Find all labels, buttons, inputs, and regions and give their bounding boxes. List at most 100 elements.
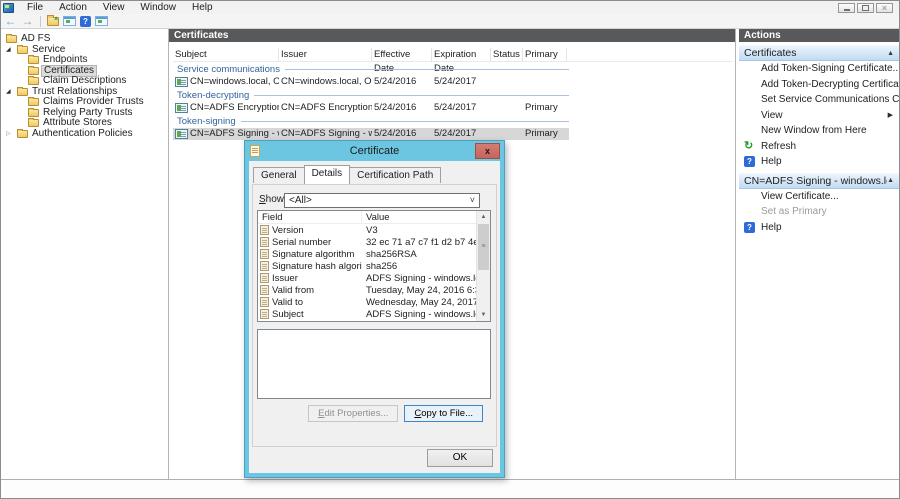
actions-sections: Certificates▲Add Token-Signing Certifica… — [739, 45, 899, 235]
menu-action[interactable]: Action — [51, 1, 95, 14]
column-header-effective-date[interactable]: Effective Date — [372, 48, 432, 62]
scroll-down-icon[interactable]: ▼ — [477, 309, 490, 321]
field-value: ADFS Signing - windows.local — [362, 309, 476, 320]
column-header-subject[interactable]: Subject — [173, 48, 279, 62]
expander-expanded-icon[interactable]: ◢ — [6, 88, 17, 95]
action-label: View Certificate... — [761, 191, 839, 202]
tree-item-label: Claims Provider Trusts — [43, 97, 144, 107]
menu-window[interactable]: Window — [132, 1, 184, 14]
group-header-token-decrypting: Token-decrypting — [173, 89, 569, 102]
certificate-dialog-icon — [250, 145, 260, 157]
list-scrollbar[interactable]: ▲ ≡ ▼ — [476, 211, 490, 321]
action-refresh[interactable]: ↻Refresh — [739, 139, 899, 155]
tree-item-authentication-policies[interactable]: ▷Authentication Policies — [1, 129, 168, 140]
action-label: Help — [761, 156, 782, 167]
scroll-up-icon[interactable]: ▲ — [477, 211, 490, 223]
menu-file[interactable]: File — [19, 1, 51, 14]
action-label: Refresh — [761, 141, 796, 152]
tree-item-label: Endpoints — [43, 55, 87, 65]
action-add-token-decrypting-certificate[interactable]: Add Token-Decrypting Certificate... — [739, 77, 899, 93]
folder-icon — [6, 35, 17, 43]
table-row[interactable]: CN=ADFS Signing - windo...CN=ADFS Signin… — [173, 128, 569, 141]
action-view[interactable]: View▶ — [739, 108, 899, 124]
scroll-thumb[interactable]: ≡ — [478, 224, 489, 270]
field-row-signature-hash-algorithm[interactable]: Signature hash algorithmsha256 — [258, 260, 476, 272]
ok-button[interactable]: OK — [427, 449, 493, 467]
action-help[interactable]: ?Help — [739, 220, 899, 236]
action-set-service-communications-certifi[interactable]: Set Service Communications Certifi... — [739, 92, 899, 108]
table-row[interactable]: CN=ADFS Encryption - win...CN=ADFS Encry… — [173, 102, 569, 115]
field-row-valid-to[interactable]: Valid to Wednesday, May 24, 2017 6:... — [258, 296, 476, 308]
folder-icon — [17, 88, 28, 96]
minimize-button[interactable] — [838, 3, 855, 13]
tab-certification-path[interactable]: Certification Path — [349, 167, 441, 183]
tree-item-attribute-stores[interactable]: Attribute Stores — [1, 118, 168, 129]
folder-icon — [17, 130, 28, 138]
collapse-arrow-icon[interactable]: ▲ — [887, 177, 894, 184]
subject-cell: CN=ADFS Signing - windo... — [173, 128, 279, 139]
tree-item-label: Service — [32, 45, 65, 55]
show-action-pane-icon[interactable] — [95, 16, 108, 26]
field-row-valid-from[interactable]: Valid fromTuesday, May 24, 2016 6:33:... — [258, 284, 476, 296]
tree-item-claim-descriptions[interactable]: Claim Descriptions — [1, 76, 168, 87]
effective-date-cell: 5/24/2016 — [372, 128, 432, 139]
menu-view[interactable]: View — [95, 1, 133, 14]
column-header-status[interactable]: Status — [491, 48, 523, 62]
field-name: Valid to — [272, 297, 303, 308]
action-label: New Window from Here — [761, 125, 867, 136]
field-row-serial-number[interactable]: Serial number32 ec 71 a7 c7 f1 d2 b7 4e … — [258, 236, 476, 248]
field-row-signature-algorithm[interactable]: Signature algorithmsha256RSA — [258, 248, 476, 260]
field-value: ADFS Signing - windows.local — [362, 273, 476, 284]
field-value-list[interactable]: FieldValue VersionV3Serial number32 ec 7… — [257, 210, 491, 322]
copy-to-file-button[interactable]: Copy to File... — [404, 405, 483, 422]
up-one-level-icon[interactable] — [47, 17, 59, 26]
actions-section-header-certificates[interactable]: Certificates▲ — [739, 45, 899, 61]
help-icon[interactable]: ? — [80, 16, 91, 27]
tree-item-claims-provider-trusts[interactable]: Claims Provider Trusts — [1, 97, 168, 108]
expander-expanded-icon[interactable]: ◢ — [6, 46, 17, 53]
field-row-issuer[interactable]: IssuerADFS Signing - windows.local — [258, 272, 476, 284]
column-header-expiration-date[interactable]: Expiration Date — [432, 48, 491, 62]
action-help[interactable]: ?Help — [739, 154, 899, 170]
dialog-titlebar[interactable]: Certificate x — [245, 141, 504, 161]
field-doc-icon — [260, 261, 269, 271]
field-row-version[interactable]: VersionV3 — [258, 224, 476, 236]
dialog-title: Certificate — [350, 145, 400, 157]
tab-details[interactable]: Details — [304, 165, 351, 184]
tab-general[interactable]: General — [253, 167, 305, 183]
dialog-tabs: GeneralDetailsCertification Path — [253, 167, 440, 184]
expiration-date-cell: 5/24/2017 — [432, 102, 491, 113]
restore-button[interactable] — [857, 3, 874, 13]
list-column-field[interactable]: Field — [258, 211, 362, 224]
issuer-cell: CN=ADFS Signing - windo... — [279, 128, 372, 139]
field-doc-icon — [260, 249, 269, 259]
field-value: Wednesday, May 24, 2017 6:... — [362, 297, 476, 308]
field-row-subject[interactable]: SubjectADFS Signing - windows.local — [258, 308, 476, 320]
table-row[interactable]: CN=windows.local, O=JINC...CN=windows.lo… — [173, 76, 569, 89]
list-column-value[interactable]: Value — [362, 212, 476, 223]
expander-collapsed-icon[interactable]: ▷ — [6, 130, 17, 137]
show-dropdown[interactable]: <All> ˅ — [284, 193, 480, 208]
column-header-issuer[interactable]: Issuer — [279, 48, 372, 62]
show-console-tree-icon[interactable] — [63, 16, 76, 26]
field-doc-icon — [260, 225, 269, 235]
field-name-cell: Version — [258, 225, 362, 236]
close-button[interactable]: × — [876, 3, 893, 13]
action-new-window-from-here[interactable]: New Window from Here — [739, 123, 899, 139]
column-header-primary[interactable]: Primary — [523, 48, 567, 62]
tree-item-ad-fs[interactable]: AD FS — [1, 34, 168, 45]
action-add-token-signing-certificate[interactable]: Add Token-Signing Certificate... — [739, 61, 899, 77]
actions-section-header-cn-adfs-signing-windows-lo[interactable]: CN=ADFS Signing - windows.lo...▲ — [739, 173, 899, 189]
group-header-label: Service communications — [173, 64, 280, 75]
dialog-close-button[interactable]: x — [475, 143, 500, 159]
chevron-down-icon: ˅ — [470, 194, 475, 207]
action-view-certificate[interactable]: View Certificate... — [739, 189, 899, 205]
collapse-arrow-icon[interactable]: ▲ — [887, 50, 894, 57]
group-header-service-communications: Service communications — [173, 63, 569, 76]
field-name-cell: Signature hash algorithm — [258, 261, 362, 272]
back-icon[interactable]: ← — [4, 15, 17, 27]
certificate-dialog: Certificate x GeneralDetailsCertificatio… — [244, 140, 505, 478]
forward-icon[interactable]: → — [21, 15, 34, 27]
menu-help[interactable]: Help — [184, 1, 221, 14]
folder-icon — [28, 109, 39, 117]
